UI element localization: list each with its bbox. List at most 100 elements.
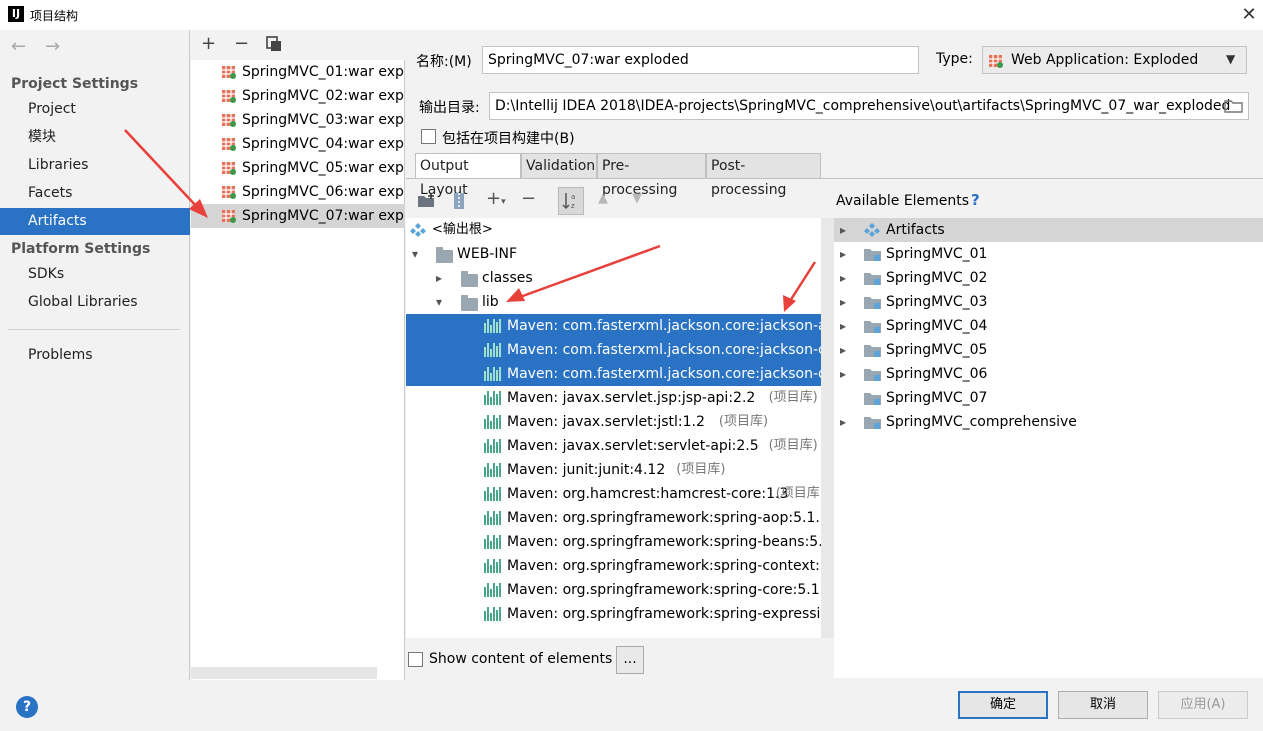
apply-button[interactable]: 应用(A) — [1158, 691, 1248, 719]
add-icon[interactable]: + — [201, 33, 216, 54]
module-folder-icon — [864, 297, 881, 309]
artifact-list-item[interactable]: SpringMVC_06:war exploded — [191, 180, 405, 204]
available-module-item[interactable]: ▸ SpringMVC_02 — [834, 266, 1263, 290]
artifact-list-item[interactable]: SpringMVC_03:war exploded — [191, 108, 405, 132]
available-module-item[interactable]: ▸ SpringMVC_05 — [834, 338, 1263, 362]
lib-maven-item[interactable]: Maven: org.hamcrest:hamcrest-core:1.3 (项目… — [406, 482, 821, 506]
cancel-button[interactable]: 取消 — [1058, 691, 1148, 719]
help-icon[interactable]: ? — [971, 191, 980, 209]
remove-element-icon[interactable]: − — [521, 188, 536, 209]
lib-name: Maven: org.springframework:spring-expres… — [507, 606, 821, 622]
available-elements-header: Available Elements — [836, 193, 970, 209]
artifact-list-item[interactable]: SpringMVC_07:war exploded — [191, 204, 405, 228]
include-in-build-checkbox[interactable] — [421, 129, 436, 144]
svg-text:z: z — [571, 202, 575, 210]
maven-library-icon — [484, 511, 502, 525]
ok-button[interactable]: 确定 — [958, 691, 1048, 719]
move-up-icon[interactable]: ▲ — [598, 191, 608, 206]
add-element-icon[interactable]: +▾ — [486, 188, 506, 209]
available-artifacts-node[interactable]: ▸ Artifacts — [834, 218, 1263, 242]
folder-icon — [461, 295, 478, 311]
show-content-label: Show content of elements — [429, 651, 613, 667]
lib-name: Maven: com.fasterxml.jackson.core:jackso… — [507, 342, 821, 358]
output-tree-scrollbar[interactable] — [821, 218, 834, 638]
sidebar-divider — [8, 329, 180, 330]
type-label: Type: — [936, 51, 973, 67]
archive-icon[interactable] — [452, 192, 466, 210]
sidebar-item-facets[interactable]: Facets — [0, 180, 190, 207]
available-module-item[interactable]: ▸ SpringMVC_comprehensive — [834, 410, 1263, 434]
lib-maven-item[interactable]: Maven: org.springframework:spring-beans:… — [406, 530, 821, 554]
module-label: SpringMVC_04 — [886, 318, 988, 334]
artifact-list-item[interactable]: SpringMVC_05:war exploded — [191, 156, 405, 180]
available-module-item[interactable]: ▸ SpringMVC_01 — [834, 242, 1263, 266]
maven-library-icon — [484, 319, 502, 333]
more-options-button[interactable]: ... — [616, 646, 644, 674]
tab-validation[interactable]: Validation — [521, 153, 597, 178]
platform-settings-header: Platform Settings — [11, 241, 151, 257]
chevron-right-icon: ▸ — [840, 295, 847, 309]
close-window-button[interactable]: ✕ — [1236, 2, 1262, 28]
type-select[interactable]: Web Application: Exploded — [982, 46, 1247, 74]
name-input[interactable]: SpringMVC_07:war exploded — [482, 46, 919, 74]
remove-icon[interactable]: − — [234, 33, 249, 54]
artifact-list-scrollbar[interactable] — [191, 667, 377, 679]
lib-maven-item[interactable]: Maven: javax.servlet:jstl:1.2 (项目库) — [406, 410, 821, 434]
lib-name: Maven: javax.servlet:servlet-api:2.5 — [507, 438, 759, 454]
artifact-list-item[interactable]: SpringMVC_01:war exploded — [191, 60, 405, 84]
chevron-right-icon: ▸ — [840, 415, 847, 429]
chevron-right-icon: ▸ — [436, 271, 443, 285]
chevron-right-icon: ▸ — [840, 343, 847, 357]
lib-maven-item[interactable]: Maven: javax.servlet:servlet-api:2.5 (项目库… — [406, 434, 821, 458]
lib-project-note: (项目库) — [775, 486, 821, 501]
lib-project-note: (项目库) — [718, 414, 769, 429]
forward-arrow-icon[interactable]: → — [45, 36, 60, 57]
lib-maven-item[interactable]: Maven: com.fasterxml.jackson.core:jackso… — [406, 338, 821, 362]
folder-browse-icon[interactable] — [1224, 98, 1244, 114]
lib-maven-item[interactable]: Maven: org.springframework:spring-expres… — [406, 602, 821, 626]
new-directory-icon[interactable] — [417, 193, 437, 209]
available-module-item[interactable]: SpringMVC_07 — [834, 386, 1263, 410]
artifact-list-item[interactable]: SpringMVC_04:war exploded — [191, 132, 405, 156]
lib-maven-item[interactable]: Maven: org.springframework:spring-contex… — [406, 554, 821, 578]
lib-maven-item[interactable]: Maven: javax.servlet.jsp:jsp-api:2.2 (项目库… — [406, 386, 821, 410]
output-root-icon — [410, 223, 426, 237]
available-module-item[interactable]: ▸ SpringMVC_03 — [834, 290, 1263, 314]
type-select-value: Web Application: Exploded — [1011, 52, 1199, 68]
tree-root[interactable]: <输出根> — [406, 218, 821, 242]
sidebar-item-project[interactable]: Project — [0, 96, 190, 123]
help-button[interactable]: ? — [16, 696, 38, 718]
tab-output-layout[interactable]: Output Layout — [415, 153, 521, 198]
sidebar-item-sdks[interactable]: SDKs — [0, 261, 190, 288]
lib-project-note: (项目库) — [676, 462, 726, 477]
tree-node-web-inf[interactable]: ▾ WEB-INF — [406, 242, 821, 266]
artifact-list-item[interactable]: SpringMVC_02:war exploded — [191, 84, 405, 108]
tree-node-lib[interactable]: ▾ lib — [406, 290, 821, 314]
tab-post-processing[interactable]: Post-processing — [706, 153, 821, 198]
show-content-checkbox[interactable] — [408, 652, 423, 667]
chevron-down-icon: ▼ — [1226, 52, 1236, 66]
tree-node-classes[interactable]: ▸ classes — [406, 266, 821, 290]
sidebar-item-artifacts[interactable]: Artifacts — [0, 208, 190, 235]
lib-maven-item[interactable]: Maven: org.springframework:spring-core:5… — [406, 578, 821, 602]
lib-name: Maven: javax.servlet.jsp:jsp-api:2.2 — [507, 390, 756, 406]
lib-maven-item[interactable]: Maven: junit:junit:4.12 (项目库) — [406, 458, 821, 482]
sidebar-item-global-libraries[interactable]: Global Libraries — [0, 289, 190, 316]
lib-maven-item[interactable]: Maven: com.fasterxml.jackson.core:jackso… — [406, 314, 821, 338]
lib-name: Maven: javax.servlet:jstl:1.2 — [507, 414, 705, 430]
lib-maven-item[interactable]: Maven: com.fasterxml.jackson.core:jackso… — [406, 362, 821, 386]
lib-maven-item[interactable]: Maven: org.springframework:spring-aop:5.… — [406, 506, 821, 530]
artifact-list-toolbar — [191, 30, 405, 60]
move-down-icon[interactable]: ▼ — [632, 191, 642, 206]
tab-pre-processing[interactable]: Pre-processing — [597, 153, 706, 198]
sidebar-item-problems[interactable]: Problems — [0, 342, 190, 369]
module-folder-icon — [864, 249, 881, 261]
sidebar-item-libraries[interactable]: Libraries — [0, 152, 190, 179]
artifact-list-item-label: SpringMVC_03:war exploded — [242, 112, 405, 128]
available-module-item[interactable]: ▸ SpringMVC_06 — [834, 362, 1263, 386]
copy-icon[interactable] — [266, 36, 282, 52]
back-arrow-icon[interactable]: ← — [11, 36, 26, 57]
available-module-item[interactable]: ▸ SpringMVC_04 — [834, 314, 1263, 338]
sidebar-item-modules[interactable]: 模块 — [0, 124, 190, 151]
output-dir-input[interactable]: D:\Intellij IDEA 2018\IDEA-projects\Spri… — [489, 92, 1249, 120]
